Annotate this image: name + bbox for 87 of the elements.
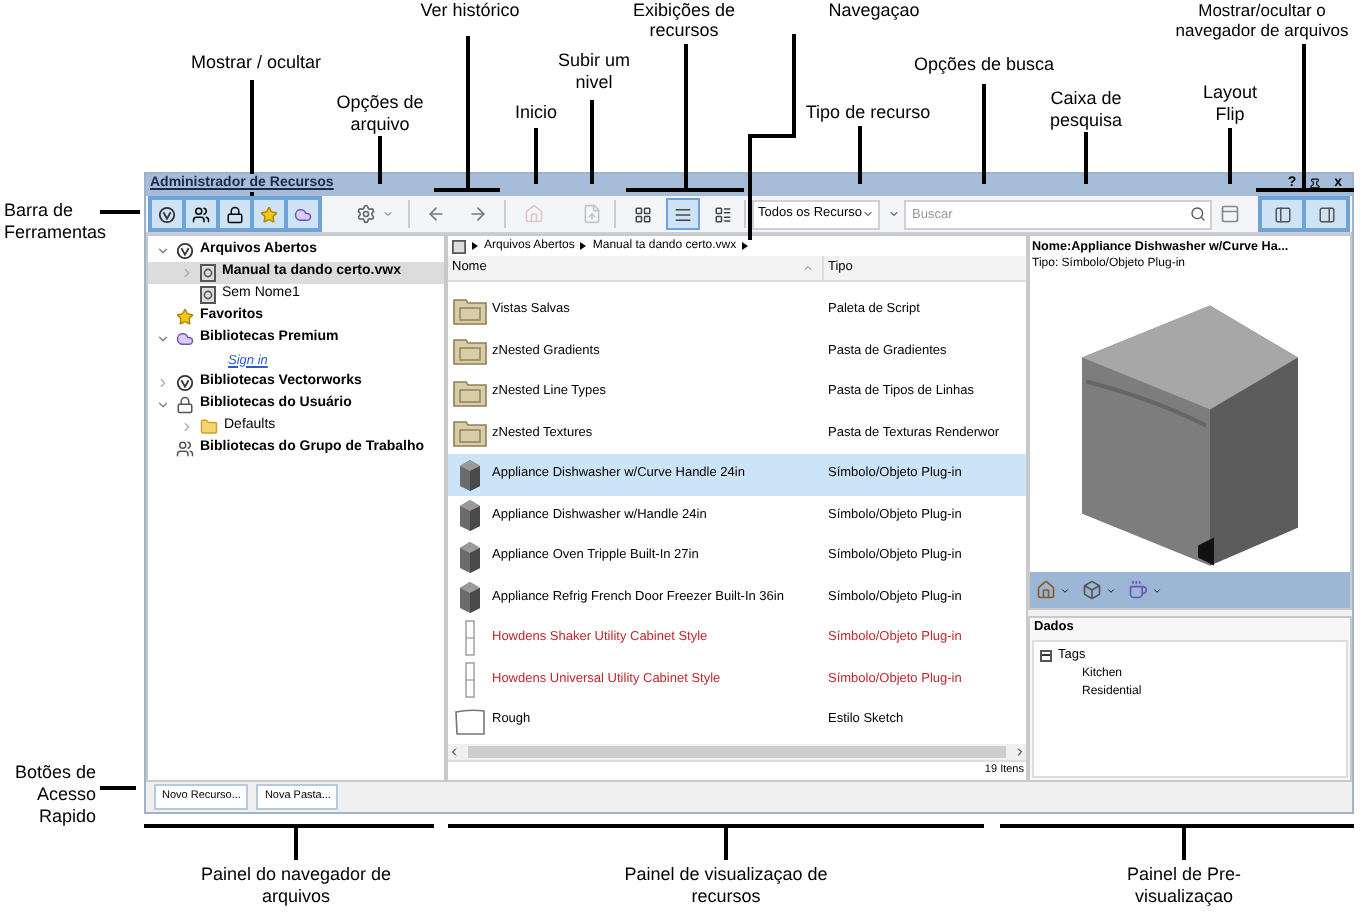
- caret-icon: [1106, 585, 1116, 595]
- leader-line: [100, 210, 140, 214]
- document-up-icon: [581, 204, 601, 224]
- breadcrumb-separator: [472, 242, 478, 250]
- breadcrumb-separator: [742, 242, 749, 250]
- show-hide-button[interactable]: [218, 198, 252, 230]
- show-hide-button[interactable]: [184, 198, 218, 230]
- star-icon: [260, 205, 278, 223]
- lock-icon: [226, 205, 244, 223]
- folder-icon: [452, 418, 488, 449]
- leader-line: [982, 84, 986, 184]
- callout-label: Navegaçao: [826, 0, 922, 22]
- callout-label: Subir um nivel: [555, 50, 632, 94]
- star-icon: [176, 308, 194, 326]
- callout-label: Opções de arquivo: [334, 92, 426, 136]
- folder-icon: [200, 418, 218, 436]
- callout-label: Caixa de pesquisa: [1047, 88, 1125, 132]
- settings-icon: [356, 204, 376, 224]
- callout-label: Botões de Acesso Rapido: [12, 762, 96, 828]
- leader-line: [100, 786, 136, 790]
- layout-icon: [1219, 204, 1239, 224]
- leader-line: [378, 136, 382, 184]
- arrow-left-icon: [425, 204, 445, 224]
- callout-label: Opções de busca: [911, 54, 1057, 76]
- cube-icon: [458, 580, 482, 615]
- caret-icon: [1152, 585, 1162, 595]
- leader-line: [250, 78, 254, 198]
- panel-left-icon: [1273, 205, 1291, 223]
- callout-label: Painel de Pre-visualizaçao: [1124, 864, 1244, 908]
- scroll-right-icon[interactable]: [1014, 746, 1026, 758]
- callout-label: Painel do navegador de arquivos: [198, 864, 394, 908]
- sketch-icon: [454, 705, 486, 736]
- folder-icon: [452, 377, 488, 408]
- caret-icon: [862, 208, 874, 220]
- cube-icon: [458, 539, 482, 574]
- circle-v-icon: [176, 374, 194, 392]
- cloud-icon: [176, 330, 194, 348]
- collapse-icon[interactable]: [1040, 649, 1052, 662]
- cabinet-icon: [462, 620, 478, 657]
- leader-line: [858, 126, 862, 184]
- callout-label: Exibições de recursos: [630, 0, 738, 40]
- callout-label: Inicio: [512, 102, 559, 124]
- users-icon: [192, 205, 210, 223]
- list-icon: [674, 205, 692, 223]
- callout-label: Painel de visualizaçao de recursos: [622, 864, 830, 908]
- leader-line: [590, 100, 594, 184]
- caret-icon: [1060, 585, 1070, 595]
- lock-icon: [176, 396, 194, 414]
- callout-label: Mostrar / ocultar: [188, 52, 324, 74]
- cup-icon: [1128, 580, 1148, 600]
- circle-v-icon: [158, 205, 176, 223]
- cabinet-icon: [462, 661, 478, 698]
- leader-line: [534, 128, 538, 184]
- caret-icon: [888, 208, 900, 220]
- breadcrumb-separator: [580, 242, 587, 250]
- callout-label: Mostrar/ocultar o navegador de arquivos: [1173, 0, 1351, 40]
- folder-icon: [452, 295, 488, 326]
- caret-icon: [382, 208, 394, 220]
- leader-line: [1084, 132, 1088, 184]
- details-list-icon: [714, 205, 732, 223]
- pin-icon[interactable]: [1308, 178, 1323, 192]
- lighting-button[interactable]: [1128, 580, 1162, 600]
- file-browser-toggle[interactable]: [1304, 198, 1348, 230]
- view-mode-button[interactable]: [666, 198, 700, 230]
- horizontal-scrollbar[interactable]: [448, 744, 1026, 760]
- cloud-icon: [294, 205, 312, 223]
- callout-label: Ver histórico: [418, 0, 522, 22]
- cube-icon: [458, 457, 482, 492]
- home-icon: [523, 204, 543, 224]
- render-mode-button[interactable]: [1082, 580, 1116, 600]
- panel-right-icon: [1317, 205, 1335, 223]
- circle-v-icon: [176, 242, 194, 260]
- callout-label: Tipo de recurso: [803, 102, 933, 124]
- scroll-left-icon[interactable]: [448, 746, 460, 758]
- callout-label: Layout Flip: [1200, 82, 1260, 126]
- file-browser-toggle[interactable]: [1260, 198, 1304, 230]
- folder-icon: [452, 336, 488, 367]
- grid-icon: [634, 205, 652, 223]
- search-icon: [1190, 206, 1206, 222]
- cube-icon: [458, 498, 482, 533]
- users-icon: [176, 440, 194, 458]
- arrow-right-icon: [467, 204, 487, 224]
- leader-line: [1228, 128, 1232, 184]
- house-icon: [1036, 580, 1056, 600]
- show-hide-button[interactable]: [150, 198, 184, 230]
- box-icon: [1082, 580, 1102, 600]
- callout-label: Barra de Ferramentas: [4, 200, 109, 244]
